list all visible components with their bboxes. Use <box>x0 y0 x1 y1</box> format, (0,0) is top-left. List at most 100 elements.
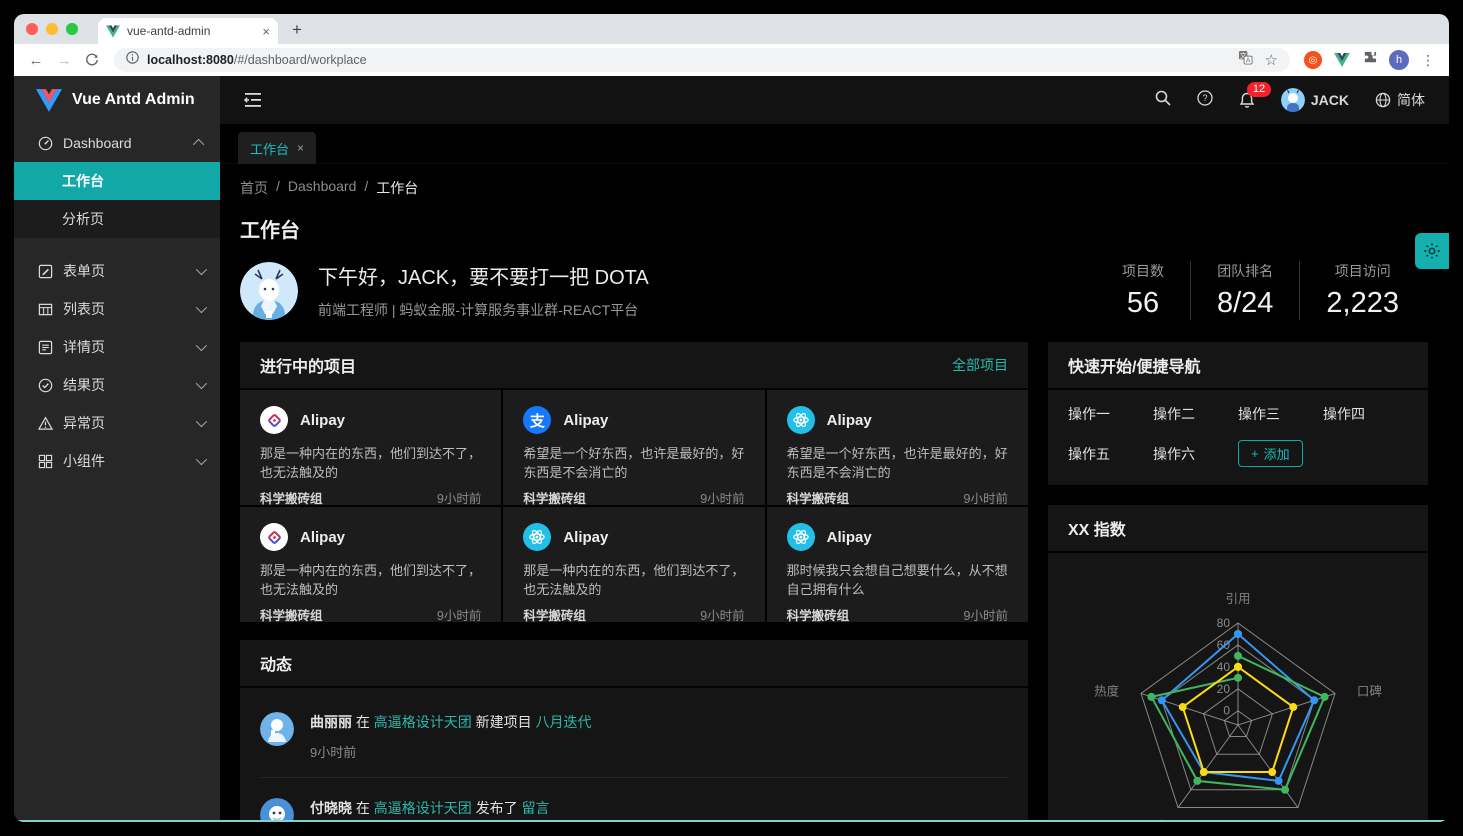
chevron-up-icon <box>193 139 204 150</box>
new-tab-button[interactable]: + <box>278 20 316 44</box>
project-group-link[interactable]: 科学搬砖组 <box>260 605 323 624</box>
svg-text:?: ? <box>1202 93 1207 103</box>
quicknav-link-6[interactable]: 操作六 <box>1153 444 1238 464</box>
project-name[interactable]: Alipay <box>300 412 345 429</box>
search-icon[interactable] <box>1155 90 1171 111</box>
minimize-window-button[interactable] <box>46 23 58 35</box>
sidebar-item-label: Dashboard <box>63 135 186 151</box>
activity-target-link[interactable]: 留言 <box>522 800 550 816</box>
chrome-profile-avatar[interactable]: h <box>1389 50 1409 70</box>
close-window-button[interactable] <box>26 23 38 35</box>
project-group-link[interactable]: 科学搬砖组 <box>523 605 586 624</box>
antd-logo-icon <box>260 406 288 434</box>
settings-drawer-button[interactable] <box>1415 233 1449 269</box>
project-name[interactable]: Alipay <box>563 529 608 546</box>
extension-area: ◎ h ⋮ <box>1300 50 1439 70</box>
sidebar-item-result[interactable]: 结果页 <box>14 366 220 404</box>
svg-text:20: 20 <box>1217 682 1231 696</box>
translate-icon[interactable]: 文A <box>1238 50 1253 70</box>
sidebar-item-list[interactable]: 列表页 <box>14 290 220 328</box>
all-projects-link[interactable]: 全部项目 <box>952 355 1008 375</box>
project-name[interactable]: Alipay <box>300 529 345 546</box>
gear-icon <box>1423 242 1441 260</box>
sidebar-item-analysis[interactable]: 分析页 <box>14 200 220 238</box>
sidebar-item-exception[interactable]: 异常页 <box>14 404 220 442</box>
projects-grid: Alipay那是一种内在的东西，他们到达不了，也无法触及的科学搬砖组9小时前支A… <box>240 390 1028 622</box>
project-group-link[interactable]: 科学搬砖组 <box>787 605 850 624</box>
alipay-logo-icon: 支 <box>523 406 551 434</box>
url-host: localhost:8080 <box>147 53 234 67</box>
stat-project-visits: 项目访问 2,223 <box>1299 261 1425 320</box>
notifications-bell-icon[interactable]: 12 <box>1239 92 1255 109</box>
project-card[interactable]: 支Alipay希望是一个好东西，也许是最好的，好东西是不会消亡的科学搬砖组9小时… <box>503 390 764 505</box>
sidebar-item-label: 结果页 <box>63 375 186 395</box>
page-tab-workplace[interactable]: 工作台 × <box>238 132 316 164</box>
avatar <box>260 798 294 822</box>
sidebar-item-dashboard[interactable]: Dashboard <box>14 124 220 162</box>
app-logo[interactable]: Vue Antd Admin <box>14 76 220 124</box>
extensions-puzzle-icon[interactable] <box>1362 50 1377 70</box>
project-card[interactable]: Alipay那是一种内在的东西，他们到达不了，也无法触及的科学搬砖组9小时前 <box>503 507 764 622</box>
project-name[interactable]: Alipay <box>827 529 872 546</box>
reload-button[interactable] <box>80 48 104 72</box>
help-icon[interactable]: ? <box>1197 90 1213 111</box>
chart-title: XX 指数 <box>1068 516 1408 540</box>
back-button[interactable]: ← <box>24 48 48 72</box>
page-info-icon[interactable] <box>126 51 139 69</box>
breadcrumb-dashboard[interactable]: Dashboard <box>288 178 357 198</box>
url-bar[interactable]: localhost:8080/#/dashboard/workplace 文A … <box>114 48 1290 72</box>
chevron-down-icon <box>196 264 207 275</box>
svg-text:引用: 引用 <box>1225 592 1250 606</box>
menu-fold-icon[interactable] <box>244 92 262 108</box>
plus-icon: + <box>1251 446 1259 461</box>
activity-user[interactable]: 付晓晓 <box>310 800 352 816</box>
activity-group-link[interactable]: 高逼格设计天团 <box>374 800 472 816</box>
project-card[interactable]: Alipay那时候我只会想自己想要什么，从不想自己拥有什么科学搬砖组9小时前 <box>767 507 1028 622</box>
project-card[interactable]: Alipay希望是一个好东西，也许是最好的，好东西是不会消亡的科学搬砖组9小时前 <box>767 390 1028 505</box>
sidebar: Dashboard 工作台 分析页 表单页 列表页 详情页 <box>14 124 220 822</box>
bookmark-star-icon[interactable]: ☆ <box>1265 51 1278 69</box>
sidebar-item-detail[interactable]: 详情页 <box>14 328 220 366</box>
projects-card: 进行中的项目 全部项目 Alipay那是一种内在的东西，他们到达不了，也无法触及… <box>240 342 1028 622</box>
close-page-tab-icon[interactable]: × <box>297 141 304 155</box>
browser-tabstrip: vue-antd-admin × + <box>14 14 1449 44</box>
activity-group-link[interactable]: 高逼格设计天团 <box>374 714 472 730</box>
chevron-down-icon <box>196 454 207 465</box>
project-desc: 那是一种内在的东西，他们到达不了，也无法触及的 <box>260 561 481 599</box>
activity-target-link[interactable]: 八月迭代 <box>536 714 592 730</box>
blocks-icon <box>38 454 53 469</box>
sidebar-item-workplace[interactable]: 工作台 <box>14 162 220 200</box>
activity-title: 动态 <box>260 651 1008 675</box>
sidebar-item-components[interactable]: 小组件 <box>14 442 220 480</box>
vue-devtools-icon[interactable] <box>1334 53 1350 67</box>
project-name[interactable]: Alipay <box>563 412 608 429</box>
project-time: 9小时前 <box>700 488 744 507</box>
quicknav-link-5[interactable]: 操作五 <box>1068 444 1153 464</box>
project-group-link[interactable]: 科学搬砖组 <box>523 488 586 507</box>
maximize-window-button[interactable] <box>66 23 78 35</box>
chrome-menu-icon[interactable]: ⋮ <box>1421 52 1435 69</box>
app-title: Vue Antd Admin <box>72 91 195 109</box>
project-group-link[interactable]: 科学搬砖组 <box>787 488 850 507</box>
quicknav-link-1[interactable]: 操作一 <box>1068 404 1153 424</box>
user-menu[interactable]: JACK <box>1281 88 1349 112</box>
project-group-link[interactable]: 科学搬砖组 <box>260 488 323 507</box>
quicknav-link-2[interactable]: 操作二 <box>1153 404 1238 424</box>
project-card[interactable]: Alipay那是一种内在的东西，他们到达不了，也无法触及的科学搬砖组9小时前 <box>240 507 501 622</box>
activity-user[interactable]: 曲丽丽 <box>310 714 352 730</box>
quicknav-link-4[interactable]: 操作四 <box>1323 404 1408 424</box>
forward-button[interactable]: → <box>52 48 76 72</box>
breadcrumb-home[interactable]: 首页 <box>240 178 268 198</box>
extension-orange-icon[interactable]: ◎ <box>1304 51 1322 69</box>
quicknav-link-3[interactable]: 操作三 <box>1238 404 1323 424</box>
close-tab-icon[interactable]: × <box>262 24 270 39</box>
sidebar-item-form[interactable]: 表单页 <box>14 252 220 290</box>
add-button[interactable]: + 添加 <box>1238 440 1303 467</box>
project-desc: 那是一种内在的东西，他们到达不了，也无法触及的 <box>523 561 744 599</box>
project-name[interactable]: Alipay <box>827 412 872 429</box>
antd-logo-icon <box>260 523 288 551</box>
browser-tab[interactable]: vue-antd-admin × <box>98 18 278 44</box>
project-time: 9小时前 <box>964 488 1008 507</box>
language-switcher[interactable]: 简体 <box>1375 90 1425 110</box>
project-card[interactable]: Alipay那是一种内在的东西，他们到达不了，也无法触及的科学搬砖组9小时前 <box>240 390 501 505</box>
